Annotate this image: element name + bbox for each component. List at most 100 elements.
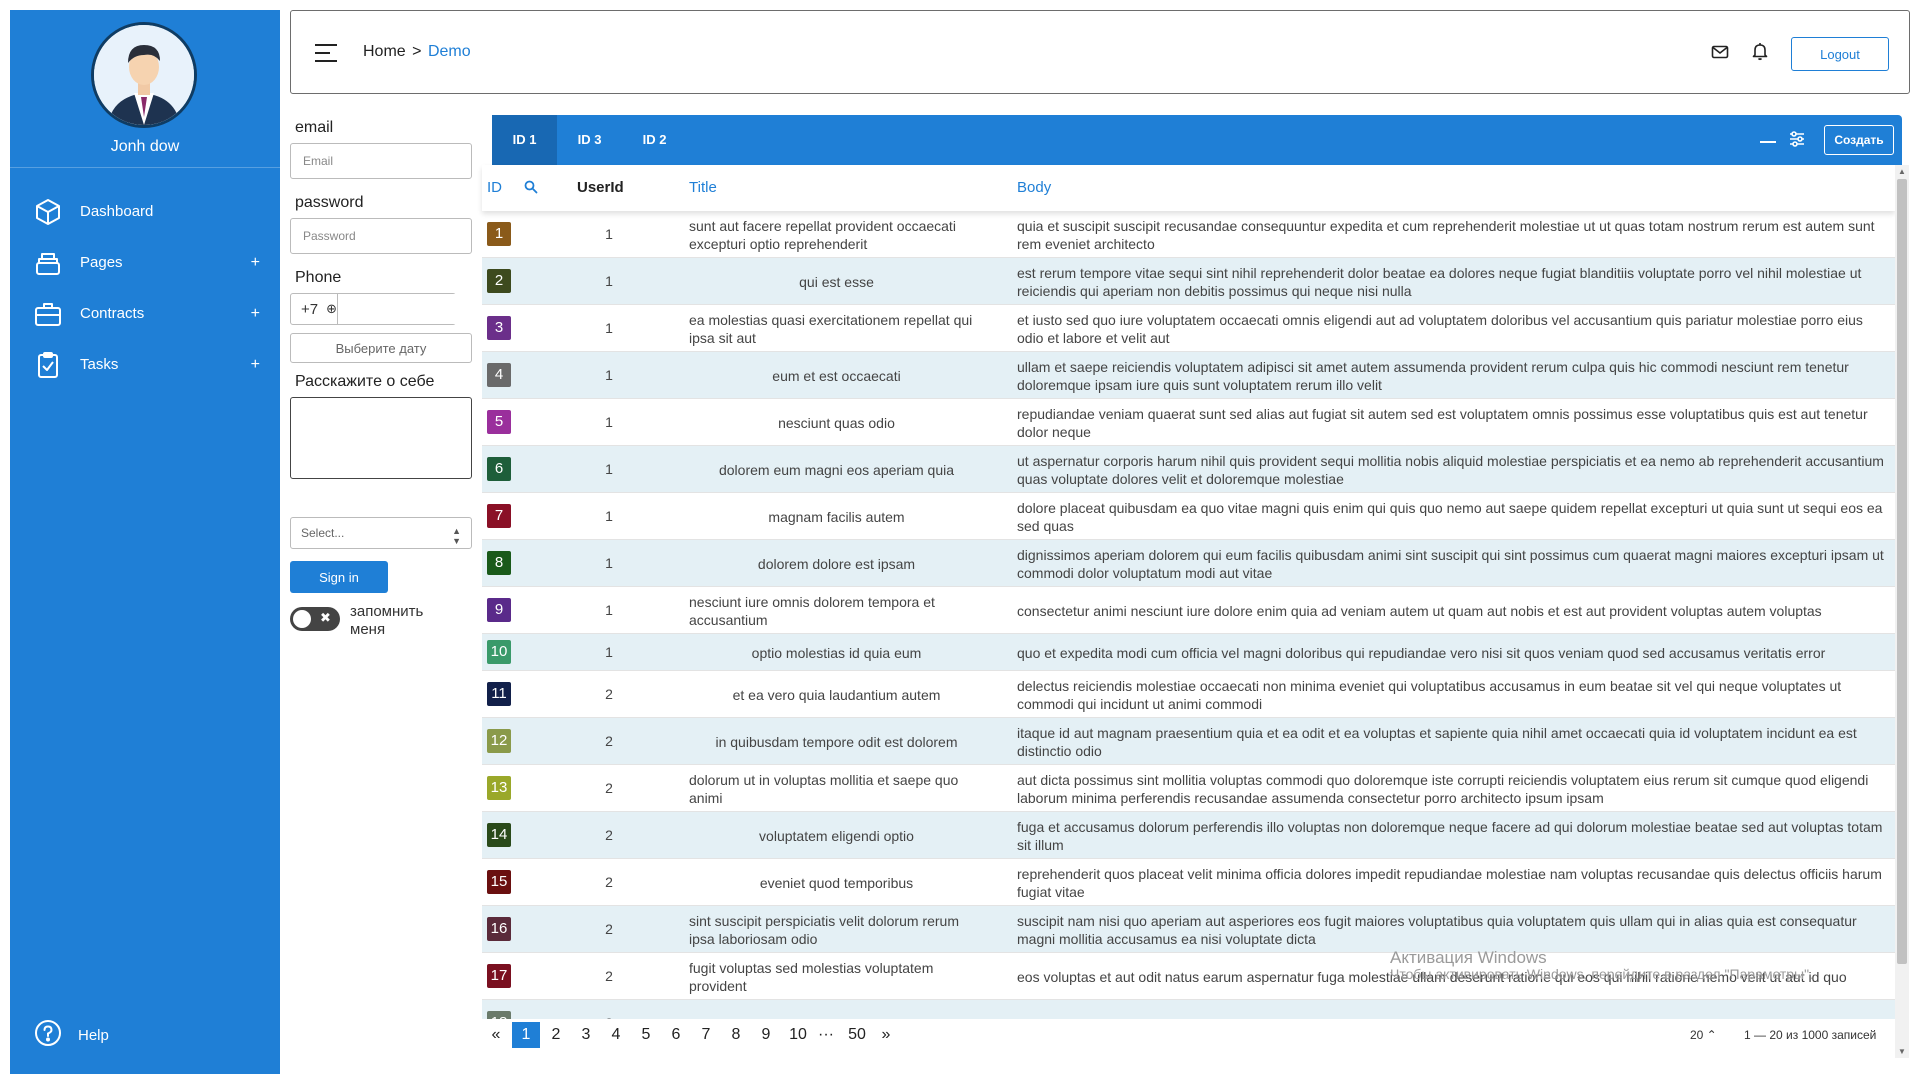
about-textarea[interactable] (290, 397, 472, 479)
table-row[interactable]: 11 2 et ea vero quia laudantium autem de… (482, 671, 1895, 718)
menu-toggle-icon[interactable] (315, 44, 337, 62)
table-row[interactable]: 5 1 nesciunt quas odio repudiandae venia… (482, 399, 1895, 446)
breadcrumb-separator: > (412, 43, 422, 60)
briefcase-icon (34, 300, 62, 328)
scroll-down-arrow-icon[interactable]: ▼ (1898, 1047, 1906, 1056)
table-row[interactable]: 4 1 eum et est occaecati ullam et saepe … (482, 352, 1895, 399)
table-row[interactable]: 16 2 sint suscipit perspiciatis velit do… (482, 906, 1895, 953)
mail-icon[interactable] (1711, 43, 1729, 61)
bell-icon[interactable] (1751, 41, 1769, 61)
page-button-10[interactable]: 10 (783, 1022, 813, 1048)
title-cell: dolorem eum magni eos aperiam quia (718, 461, 954, 478)
expand-plus-icon[interactable]: + (251, 254, 260, 272)
breadcrumb-current[interactable]: Demo (428, 43, 471, 60)
table-row[interactable]: 7 1 magnam facilis autem dolore placeat … (482, 493, 1895, 540)
phone-country-selector[interactable]: +7 ⊕ (291, 294, 339, 324)
user-avatar[interactable] (91, 22, 197, 128)
date-picker-button[interactable]: Выберите дату (290, 333, 472, 363)
body-cell: ullam et saepe reiciendis voluptatem adi… (1017, 358, 1849, 393)
scrollbar-thumb[interactable] (1897, 179, 1907, 964)
id-badge: 18 (487, 1011, 511, 1019)
title-cell: optio molestias id quia eum (751, 644, 922, 661)
id-badge: 9 (487, 598, 511, 622)
table-toolbar: ID 1 ID 3 ID 2 Создать (492, 115, 1902, 165)
page-button-50[interactable]: 50 (842, 1022, 872, 1048)
table-row[interactable]: 2 1 qui est esse est rerum tempore vitae… (482, 258, 1895, 305)
help-link[interactable]: Help (34, 1019, 109, 1052)
phone-code: +7 (301, 300, 319, 318)
password-label: password (295, 194, 364, 211)
page-button-7[interactable]: 7 (692, 1022, 720, 1048)
title-cell: nesciunt iure omnis dolorem tempora et a… (689, 593, 935, 628)
page-button-5[interactable]: 5 (632, 1022, 660, 1048)
title-cell: magnam facilis autem (768, 508, 905, 525)
body-cell: itaque id aut magnam praesentium quia et… (1017, 724, 1857, 759)
user-id-cell: 2 (605, 968, 613, 984)
table-row[interactable]: 18 2 voluptate et itaque vero tempora mo… (482, 1000, 1895, 1019)
scroll-up-arrow-icon[interactable]: ▲ (1898, 167, 1906, 176)
help-icon (34, 1019, 62, 1052)
page-button-3[interactable]: 3 (572, 1022, 600, 1048)
table-row[interactable]: 12 2 in quibusdam tempore odit est dolor… (482, 718, 1895, 765)
search-icon[interactable] (524, 180, 538, 194)
table-row[interactable]: 1 1 sunt aut facere repellat provident o… (482, 211, 1895, 258)
table-row[interactable]: 14 2 voluptatem eligendi optio fuga et a… (482, 812, 1895, 859)
breadcrumb: Home > Demo (363, 43, 471, 61)
body-cell: dolore placeat quibusdam ea quo vitae ma… (1017, 499, 1883, 534)
last-page-button[interactable]: » (872, 1022, 900, 1048)
column-header-body[interactable]: Body (1017, 179, 1051, 196)
windows-activation-watermark: Активация Windows Чтобы активировать Win… (1390, 949, 1813, 983)
watermark-text: Чтобы активировать Windows, перейдите в … (1390, 966, 1813, 982)
expand-plus-icon[interactable]: + (251, 305, 260, 323)
remember-me-toggle[interactable]: ✖ (290, 607, 340, 631)
create-button[interactable]: Создать (1824, 125, 1894, 155)
sidebar-item-dashboard[interactable]: Dashboard (10, 186, 280, 237)
title-cell: nesciunt quas odio (778, 414, 895, 431)
page-button-6[interactable]: 6 (662, 1022, 690, 1048)
email-field[interactable] (290, 143, 472, 179)
sliders-icon[interactable] (1788, 130, 1806, 148)
password-field[interactable] (290, 218, 472, 254)
user-name: Jonh dow (110, 138, 180, 155)
tab-id-1[interactable]: ID 1 (492, 115, 557, 165)
table-row[interactable]: 3 1 ea molestias quasi exercitationem re… (482, 305, 1895, 352)
user-id-cell: 2 (605, 874, 613, 890)
data-table-panel: ID 1 ID 3 ID 2 Создать ID UserId Title B… (482, 115, 1910, 1058)
page-button-1[interactable]: 1 (512, 1022, 540, 1048)
pagination: « 1 2 3 4 5 6 7 8 9 10 ··· 50 » 20 ⌃ 1 —… (482, 1019, 1895, 1051)
page-button-2[interactable]: 2 (542, 1022, 570, 1048)
table-row[interactable]: 8 1 dolorem dolore est ipsam dignissimos… (482, 540, 1895, 587)
tab-id-2[interactable]: ID 2 (622, 115, 687, 165)
toggle-knob (293, 610, 311, 628)
signin-button[interactable]: Sign in (290, 561, 388, 593)
sidebar-item-tasks[interactable]: Tasks + (10, 339, 280, 390)
column-header-id[interactable]: ID (487, 179, 502, 196)
logout-button[interactable]: Logout (1791, 37, 1889, 71)
table-row[interactable]: 13 2 dolorum ut in voluptas mollitia et … (482, 765, 1895, 812)
select-dropdown[interactable]: Select... ▲ ▼ (290, 517, 472, 549)
cube-icon (34, 198, 62, 226)
page-button-9[interactable]: 9 (752, 1022, 780, 1048)
page-size-select[interactable]: 20 ⌃ (1690, 1028, 1717, 1042)
column-header-userid[interactable]: UserId (577, 179, 624, 196)
page-button-4[interactable]: 4 (602, 1022, 630, 1048)
table-scrollbar[interactable]: ▲ ▼ (1895, 165, 1909, 1058)
table-row[interactable]: 15 2 eveniet quod temporibus reprehender… (482, 859, 1895, 906)
minimize-icon[interactable] (1760, 141, 1776, 143)
id-badge: 5 (487, 410, 511, 434)
table-row[interactable]: 6 1 dolorem eum magni eos aperiam quia u… (482, 446, 1895, 493)
user-id-cell: 2 (605, 780, 613, 796)
first-page-button[interactable]: « (482, 1022, 510, 1048)
sidebar-item-pages[interactable]: Pages + (10, 237, 280, 288)
expand-plus-icon[interactable]: + (251, 356, 260, 374)
table-row[interactable]: 10 1 optio molestias id quia eum quo et … (482, 634, 1895, 671)
body-cell: delectus reiciendis molestiae occaecati … (1017, 677, 1842, 712)
column-header-title[interactable]: Title (689, 179, 717, 196)
sidebar-item-contracts[interactable]: Contracts + (10, 288, 280, 339)
breadcrumb-home[interactable]: Home (363, 43, 406, 60)
table-row[interactable]: 9 1 nesciunt iure omnis dolorem tempora … (482, 587, 1895, 634)
title-cell: in quibusdam tempore odit est dolorem (715, 733, 958, 750)
select-placeholder: Select... (301, 526, 345, 540)
page-button-8[interactable]: 8 (722, 1022, 750, 1048)
tab-id-3[interactable]: ID 3 (557, 115, 622, 165)
